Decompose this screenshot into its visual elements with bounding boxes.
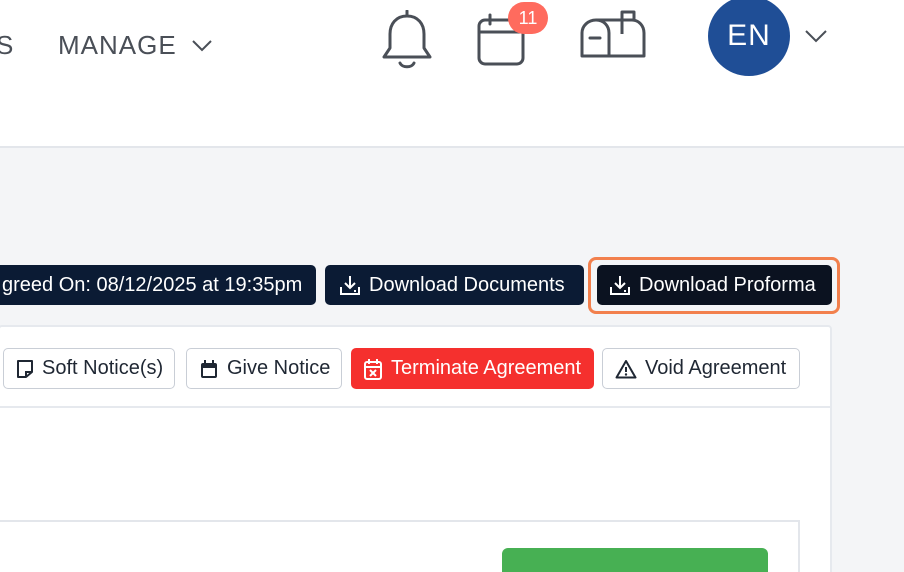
- soft-notice-button[interactable]: Soft Notice(s): [3, 348, 175, 389]
- mailbox-icon[interactable]: [578, 10, 648, 62]
- user-avatar[interactable]: EN: [708, 0, 790, 76]
- top-navigation-bar: S MANAGE 11 EN: [0, 0, 904, 148]
- primary-action-button[interactable]: [502, 548, 768, 572]
- nav-item-partial[interactable]: S: [0, 30, 14, 61]
- notification-count-badge: 11: [508, 2, 548, 34]
- download-proforma-button[interactable]: Download Proforma: [597, 265, 832, 305]
- download-documents-button[interactable]: Download Documents: [325, 265, 584, 305]
- void-agreement-label: Void Agreement: [645, 357, 787, 379]
- warning-icon: [615, 359, 637, 379]
- panel-divider: [0, 406, 832, 408]
- terminate-agreement-button[interactable]: Terminate Agreement: [351, 348, 594, 389]
- bell-icon[interactable]: [378, 10, 436, 72]
- give-notice-label: Give Notice: [227, 357, 331, 379]
- give-notice-button[interactable]: Give Notice: [186, 348, 342, 389]
- nav-manage-label: MANAGE: [58, 30, 177, 60]
- chevron-down-icon: [191, 39, 213, 53]
- note-icon: [16, 359, 34, 379]
- agreed-on-status: greed On: 08/12/2025 at 19:35pm: [0, 265, 316, 305]
- avatar-initials: EN: [727, 19, 771, 52]
- nav-manage-menu[interactable]: MANAGE: [58, 30, 213, 61]
- download-icon: [339, 274, 361, 296]
- download-icon: [609, 274, 631, 296]
- agreed-on-label: greed On: 08/12/2025 at 19:35pm: [2, 273, 303, 296]
- download-documents-label: Download Documents: [369, 273, 565, 296]
- chevron-down-icon[interactable]: [804, 28, 828, 44]
- download-proforma-label: Download Proforma: [639, 273, 816, 296]
- terminate-agreement-label: Terminate Agreement: [391, 357, 582, 379]
- void-agreement-button[interactable]: Void Agreement: [602, 348, 800, 389]
- soft-notice-label: Soft Notice(s): [42, 357, 164, 379]
- calendar-icon: [199, 359, 219, 379]
- calendar-x-icon: [363, 358, 383, 380]
